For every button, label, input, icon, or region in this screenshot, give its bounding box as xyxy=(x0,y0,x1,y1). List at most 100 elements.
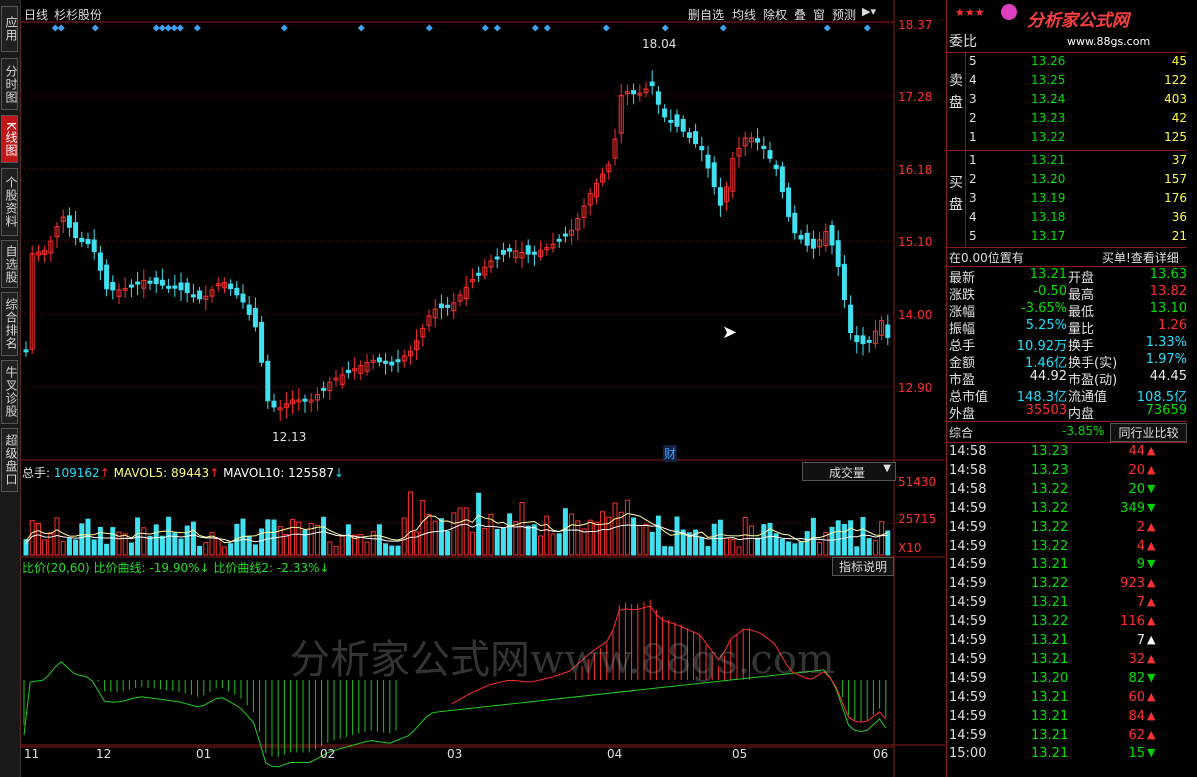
volume-bar xyxy=(798,541,804,556)
sell-order-row[interactable]: 5 13.26 45 xyxy=(947,53,1187,71)
volume-bar xyxy=(860,516,866,556)
price-gridlines xyxy=(20,23,894,524)
volume-bar xyxy=(662,546,668,556)
volume-bar xyxy=(531,524,537,556)
view-detail-link[interactable]: 买单!查看详细 xyxy=(1102,249,1179,266)
order-volume: 122 xyxy=(1164,73,1187,87)
arrow-up-icon: ▲ xyxy=(1147,651,1156,665)
tab-watchlist[interactable]: 自选股 xyxy=(1,240,18,288)
volume-bar xyxy=(674,516,680,556)
tab-ranking[interactable]: 综合排名 xyxy=(1,292,18,356)
volume-bar xyxy=(562,508,568,556)
tab-intraday[interactable]: 分时图 xyxy=(1,58,18,110)
candle-body xyxy=(767,150,773,159)
candle-body xyxy=(128,284,134,288)
delete-watchlist-button[interactable]: 删自选 xyxy=(688,6,724,23)
indicator-select[interactable]: 成交量 ▼ xyxy=(802,462,896,481)
sell-order-row[interactable]: 4 13.25 122 xyxy=(947,72,1187,90)
buy-order-row[interactable]: 1 13.21 37 xyxy=(947,152,1187,170)
overlay-button[interactable]: 叠 xyxy=(794,6,806,23)
peer-compare-button[interactable]: 同行业比较 xyxy=(1110,423,1187,442)
ma-button[interactable]: 均线 xyxy=(732,6,756,23)
volume-bar xyxy=(376,524,382,556)
candle-body xyxy=(631,90,637,95)
buy-order-row[interactable]: 3 13.19 176 xyxy=(947,190,1187,208)
signal-diamond xyxy=(602,24,610,32)
volume-bar xyxy=(581,528,587,556)
tab-kline[interactable]: K线图 xyxy=(1,115,18,163)
candle-body xyxy=(190,294,196,298)
quote-row: 外盘 35503 内盘 73659 xyxy=(947,403,1187,422)
window-button[interactable]: 窗 xyxy=(813,6,825,23)
order-level: 4 xyxy=(969,73,977,87)
tab-diagnosis[interactable]: 牛叉诊股 xyxy=(1,360,18,424)
order-price: 13.26 xyxy=(1031,54,1066,68)
volume-bar xyxy=(35,523,41,556)
logo-url: www.88gs.com xyxy=(1067,35,1151,48)
candle-body xyxy=(172,285,178,289)
tick-price: 13.20 xyxy=(1031,670,1069,686)
tick-row[interactable]: 14:59 13.21 60 ▲ xyxy=(947,690,1187,708)
tick-row[interactable]: 14:59 13.22 349 ▼ xyxy=(947,501,1187,519)
tick-row[interactable]: 15:00 13.21 15 ▼ xyxy=(947,746,1187,764)
exright-button[interactable]: 除权 xyxy=(763,6,787,23)
tick-row[interactable]: 14:58 13.23 44 ▲ xyxy=(947,444,1187,462)
volume-bar xyxy=(500,527,506,556)
candlestick-series xyxy=(23,70,891,422)
volume-bar xyxy=(60,540,66,556)
quote-value: 13.10 xyxy=(1149,301,1187,316)
price-tick: 15.10 xyxy=(898,235,933,249)
tick-price: 13.21 xyxy=(1031,595,1069,611)
tick-row[interactable]: 14:59 13.21 7 ▲ xyxy=(947,633,1187,651)
tick-row[interactable]: 14:59 13.20 82 ▼ xyxy=(947,671,1187,689)
tab-super-book[interactable]: 超级盘口 xyxy=(1,428,18,492)
tick-price: 13.21 xyxy=(1031,689,1069,705)
volume-bar xyxy=(556,533,562,556)
signal-diamond xyxy=(481,24,489,32)
volume-bar xyxy=(407,491,413,556)
menu-arrow-icon[interactable]: ▶▾ xyxy=(862,5,876,18)
finance-marker[interactable]: 财 xyxy=(663,445,678,462)
forecast-button[interactable]: 预测 xyxy=(832,6,856,23)
indicator-help-button[interactable]: 指标说明 xyxy=(832,557,894,576)
tick-row[interactable]: 14:59 13.22 4 ▲ xyxy=(947,539,1187,557)
sell-order-row[interactable]: 1 13.22 125 xyxy=(947,129,1187,147)
volume-bar xyxy=(600,511,606,556)
volume-bar xyxy=(841,523,847,556)
tick-row[interactable]: 14:59 13.21 7 ▲ xyxy=(947,595,1187,613)
order-price: 13.24 xyxy=(1031,92,1066,106)
tick-volume: 20 xyxy=(1128,462,1145,478)
volume-bar xyxy=(711,523,717,556)
candle-body xyxy=(507,248,513,252)
buy-order-row[interactable]: 2 13.20 157 xyxy=(947,171,1187,189)
candle-body xyxy=(680,118,686,132)
volume-bar xyxy=(637,524,643,556)
tick-row[interactable]: 14:59 13.22 2 ▲ xyxy=(947,520,1187,538)
tab-stock-info[interactable]: 个股资料 xyxy=(1,168,18,236)
candle-body xyxy=(668,119,674,123)
quote-value: 1.26 xyxy=(1158,318,1187,333)
volume-bar xyxy=(79,523,85,556)
tick-row[interactable]: 14:58 13.23 20 ▲ xyxy=(947,463,1187,481)
quote-value: 5.25% xyxy=(1025,318,1067,333)
signal-diamond xyxy=(280,24,288,32)
tick-row[interactable]: 14:59 13.22 923 ▲ xyxy=(947,576,1187,594)
sell-order-row[interactable]: 3 13.24 403 xyxy=(947,91,1187,109)
tick-row[interactable]: 14:59 13.21 62 ▲ xyxy=(947,728,1187,746)
tick-row[interactable]: 14:59 13.21 84 ▲ xyxy=(947,709,1187,727)
arrow-up-icon: ▲ xyxy=(1147,633,1156,646)
price-tick: 17.28 xyxy=(898,90,933,104)
tick-row[interactable]: 14:59 13.21 9 ▼ xyxy=(947,557,1187,575)
signal-diamond xyxy=(863,24,871,32)
order-price: 13.22 xyxy=(1031,130,1066,144)
candle-body xyxy=(246,304,252,315)
tab-apps[interactable]: 应用 xyxy=(1,6,18,52)
buy-order-row[interactable]: 5 13.17 21 xyxy=(947,228,1187,246)
tick-row[interactable]: 14:59 13.22 116 ▲ xyxy=(947,614,1187,632)
tick-row[interactable]: 14:58 13.22 20 ▼ xyxy=(947,482,1187,500)
buy-order-row[interactable]: 4 13.18 36 xyxy=(947,209,1187,227)
sell-order-row[interactable]: 2 13.23 42 xyxy=(947,110,1187,128)
signal-diamond xyxy=(193,24,201,32)
candle-body xyxy=(240,293,246,303)
tick-row[interactable]: 14:59 13.21 32 ▲ xyxy=(947,652,1187,670)
